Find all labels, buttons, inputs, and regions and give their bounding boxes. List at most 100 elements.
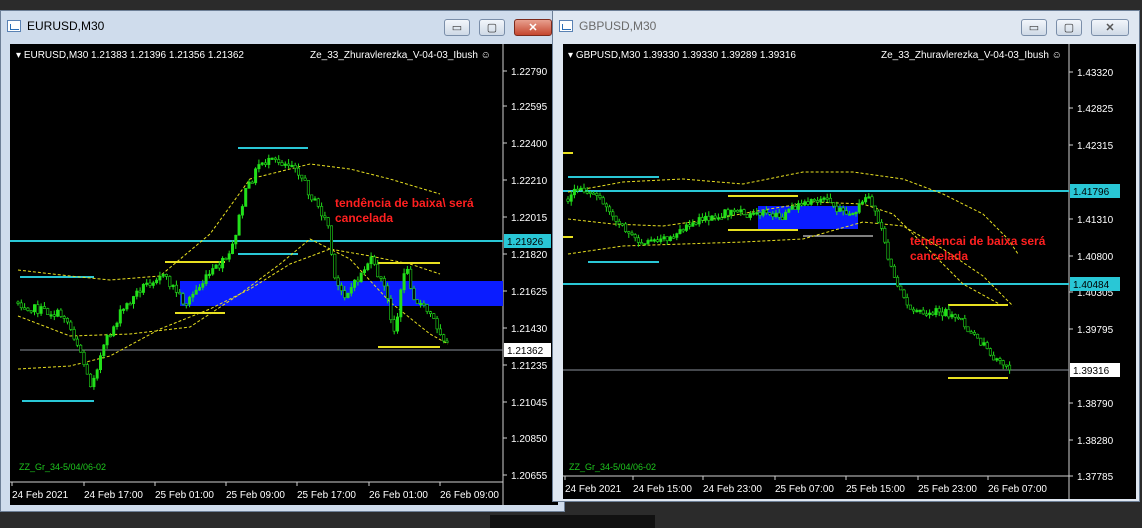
eurusd-price-chart: 1.22790 1.22595 1.22400 1.22210 1.22015 1.218… xyxy=(10,44,551,505)
gbpusd-titlebar[interactable]: GBPUSD,M30 ▭ ▢ ✕ xyxy=(553,11,1139,41)
candle-body xyxy=(912,308,916,312)
candle-body xyxy=(569,194,573,202)
candle-body xyxy=(870,196,874,207)
candle-body xyxy=(168,276,172,287)
candle-body xyxy=(761,209,765,216)
candle-body xyxy=(382,278,386,287)
time-tick-label: 25 Feb 23:00 xyxy=(918,484,977,495)
candle-body xyxy=(947,309,951,318)
candle-body xyxy=(366,263,370,270)
price-badge-label: 1.40484 xyxy=(1073,280,1110,291)
eurusd-chart-window[interactable]: EURUSD,M30 ▭ ▢ ✕ 1.22790 1.22595 1.22400 1.… xyxy=(0,10,565,512)
candle-body xyxy=(267,157,271,165)
candle-body xyxy=(405,268,409,274)
price-tick-label: 1.42315 xyxy=(1077,141,1114,152)
candle-body xyxy=(273,157,277,160)
candle-body xyxy=(346,292,350,298)
candle-body xyxy=(148,282,152,286)
gbpusd-chart-area[interactable]: 1.43320 1.42825 1.42315 1.41310 1.40800 1.403… xyxy=(563,44,1136,499)
candle-body xyxy=(128,303,132,306)
minimize-button[interactable]: ▭ xyxy=(1021,19,1047,36)
price-badge-label: 1.41796 xyxy=(1073,187,1110,198)
candle-body xyxy=(303,177,307,181)
candle-body xyxy=(697,217,701,225)
symbol-header: ▾ GBPUSD,M30 1.39330 1.39330 1.39289 1.3… xyxy=(568,50,796,61)
candle-body xyxy=(841,207,845,212)
candle-body xyxy=(649,239,653,242)
candle-body xyxy=(908,304,912,310)
indicator-label: Ze_33_Zhuravlerezka_V-04-03_Ibush xyxy=(881,50,1049,61)
candle-body xyxy=(588,191,592,194)
candle-body xyxy=(736,210,740,213)
candle-body xyxy=(816,200,820,203)
candle-body xyxy=(399,289,403,318)
candle-body xyxy=(854,212,858,215)
candle-body xyxy=(99,355,103,371)
candle-body xyxy=(62,316,66,319)
candle-body xyxy=(296,167,300,176)
candle-body xyxy=(992,354,996,361)
candle-body xyxy=(656,239,660,242)
candle-body xyxy=(611,211,615,217)
candle-body xyxy=(300,174,304,179)
candle-body xyxy=(566,198,570,202)
candle-body xyxy=(283,163,287,166)
candle-body xyxy=(710,215,714,221)
close-button[interactable]: ✕ xyxy=(514,19,552,36)
candle-body xyxy=(678,229,682,234)
candle-body xyxy=(979,337,983,346)
candle-body xyxy=(1001,360,1005,366)
candle-body xyxy=(56,309,60,317)
candle-body xyxy=(604,203,608,208)
candle-body xyxy=(828,197,832,203)
candle-body xyxy=(316,198,320,207)
gbpusd-chart-window[interactable]: GBPUSD,M30 ▭ ▢ ✕ 1.43320 1.42825 1.42315 1.… xyxy=(552,10,1140,502)
candle-body xyxy=(924,313,928,316)
candle-body xyxy=(115,322,119,327)
candle-body xyxy=(796,203,800,210)
price-tick-label: 1.40800 xyxy=(1077,252,1114,263)
candle-body xyxy=(918,309,922,312)
eurusd-chart-area[interactable]: 1.22790 1.22595 1.22400 1.22210 1.22015 1.218… xyxy=(10,44,558,505)
candle-body xyxy=(755,212,759,215)
candle-body xyxy=(39,306,43,314)
candle-body xyxy=(774,212,778,217)
candle-body xyxy=(336,277,340,286)
candle-body xyxy=(748,213,752,218)
candle-body xyxy=(860,201,864,204)
close-icon: ✕ xyxy=(1105,22,1115,34)
price-tick-label: 1.38280 xyxy=(1077,436,1114,447)
candle-body xyxy=(726,209,730,216)
candle-body xyxy=(165,274,169,277)
annotation-line-1: tendencai de baixa será xyxy=(910,234,1046,248)
candle-body xyxy=(1008,364,1012,371)
candle-body xyxy=(386,285,390,299)
maximize-button[interactable]: ▢ xyxy=(479,19,505,36)
candle-body xyxy=(290,164,294,168)
candle-body xyxy=(270,157,274,160)
candle-body xyxy=(963,318,967,328)
candle-body xyxy=(141,283,145,293)
close-button[interactable]: ✕ xyxy=(1091,19,1129,36)
candle-body xyxy=(257,164,261,170)
maximize-button[interactable]: ▢ xyxy=(1056,19,1082,36)
candle-body xyxy=(42,306,46,309)
candle-body xyxy=(69,321,73,330)
candle-body xyxy=(184,303,188,306)
candle-body xyxy=(26,307,30,311)
candle-body xyxy=(75,338,79,346)
eurusd-titlebar[interactable]: EURUSD,M30 ▭ ▢ ✕ xyxy=(1,11,564,41)
candle-body xyxy=(960,317,964,321)
minimize-button[interactable]: ▭ xyxy=(444,19,470,36)
candle-body xyxy=(822,197,826,200)
candle-body xyxy=(953,314,957,318)
candle-body xyxy=(306,180,310,196)
candle-body xyxy=(174,284,178,293)
window-title: GBPUSD,M30 xyxy=(579,19,657,33)
candle-body xyxy=(848,213,852,216)
time-tick-label: 25 Feb 07:00 xyxy=(775,484,834,495)
candle-body xyxy=(395,316,399,332)
candle-body xyxy=(742,209,746,215)
candle-body xyxy=(92,377,96,388)
candle-body xyxy=(995,358,999,361)
